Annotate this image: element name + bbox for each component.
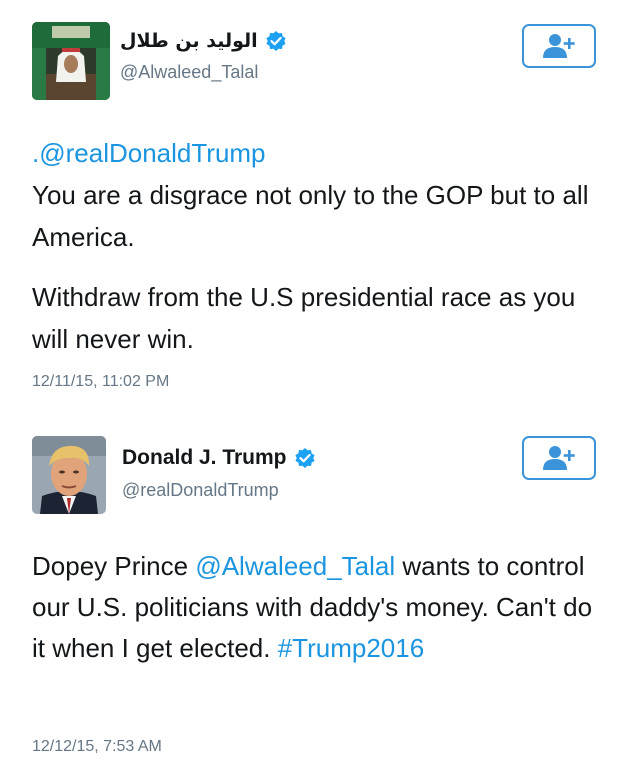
display-name[interactable]: الوليد بن طلال xyxy=(120,30,258,52)
name-row: الوليد بن طلال xyxy=(120,30,287,52)
follow-button[interactable] xyxy=(522,24,596,68)
tweet-text-paragraph-2: Withdraw from the U.S presidential race … xyxy=(32,282,576,354)
tweet-text: Dopey Prince @Alwaleed_Talal wants to co… xyxy=(32,546,602,669)
verified-badge-icon xyxy=(265,30,287,52)
display-name[interactable]: Donald J. Trump xyxy=(122,446,287,470)
avatar[interactable] xyxy=(32,22,110,100)
tweet-trump: Donald J. Trump @realDonaldTrump Dopey P… xyxy=(0,410,627,767)
verified-badge-icon xyxy=(294,447,316,469)
handle[interactable]: @realDonaldTrump xyxy=(122,480,279,501)
add-user-icon xyxy=(543,34,575,58)
handle[interactable]: @Alwaleed_Talal xyxy=(120,62,258,83)
timestamp[interactable]: 12/11/15, 11:02 PM xyxy=(32,373,169,391)
name-row: Donald J. Trump xyxy=(122,446,316,470)
hashtag-link[interactable]: #Trump2016 xyxy=(278,633,424,663)
tweet-text-before: Dopey Prince xyxy=(32,551,196,581)
follow-button[interactable] xyxy=(522,436,596,480)
tweet-line-1: You are a disgrace not only to the GOP b… xyxy=(32,180,589,252)
tweet-alwaleed: الوليد بن طلال @Alwaleed_Talal .@realDon… xyxy=(0,0,627,410)
add-user-icon xyxy=(543,446,575,470)
tweet-text-paragraph-1: .@realDonaldTrump You are a disgrace not … xyxy=(32,132,602,258)
avatar[interactable] xyxy=(32,436,106,514)
trump-portrait-photo-icon xyxy=(32,436,106,514)
timestamp[interactable]: 12/12/15, 7:53 AM xyxy=(32,738,162,756)
saudi-prince-photo-icon xyxy=(32,22,110,100)
mention-link[interactable]: @Alwaleed_Talal xyxy=(195,551,395,581)
mention-link[interactable]: .@realDonaldTrump xyxy=(32,138,266,168)
